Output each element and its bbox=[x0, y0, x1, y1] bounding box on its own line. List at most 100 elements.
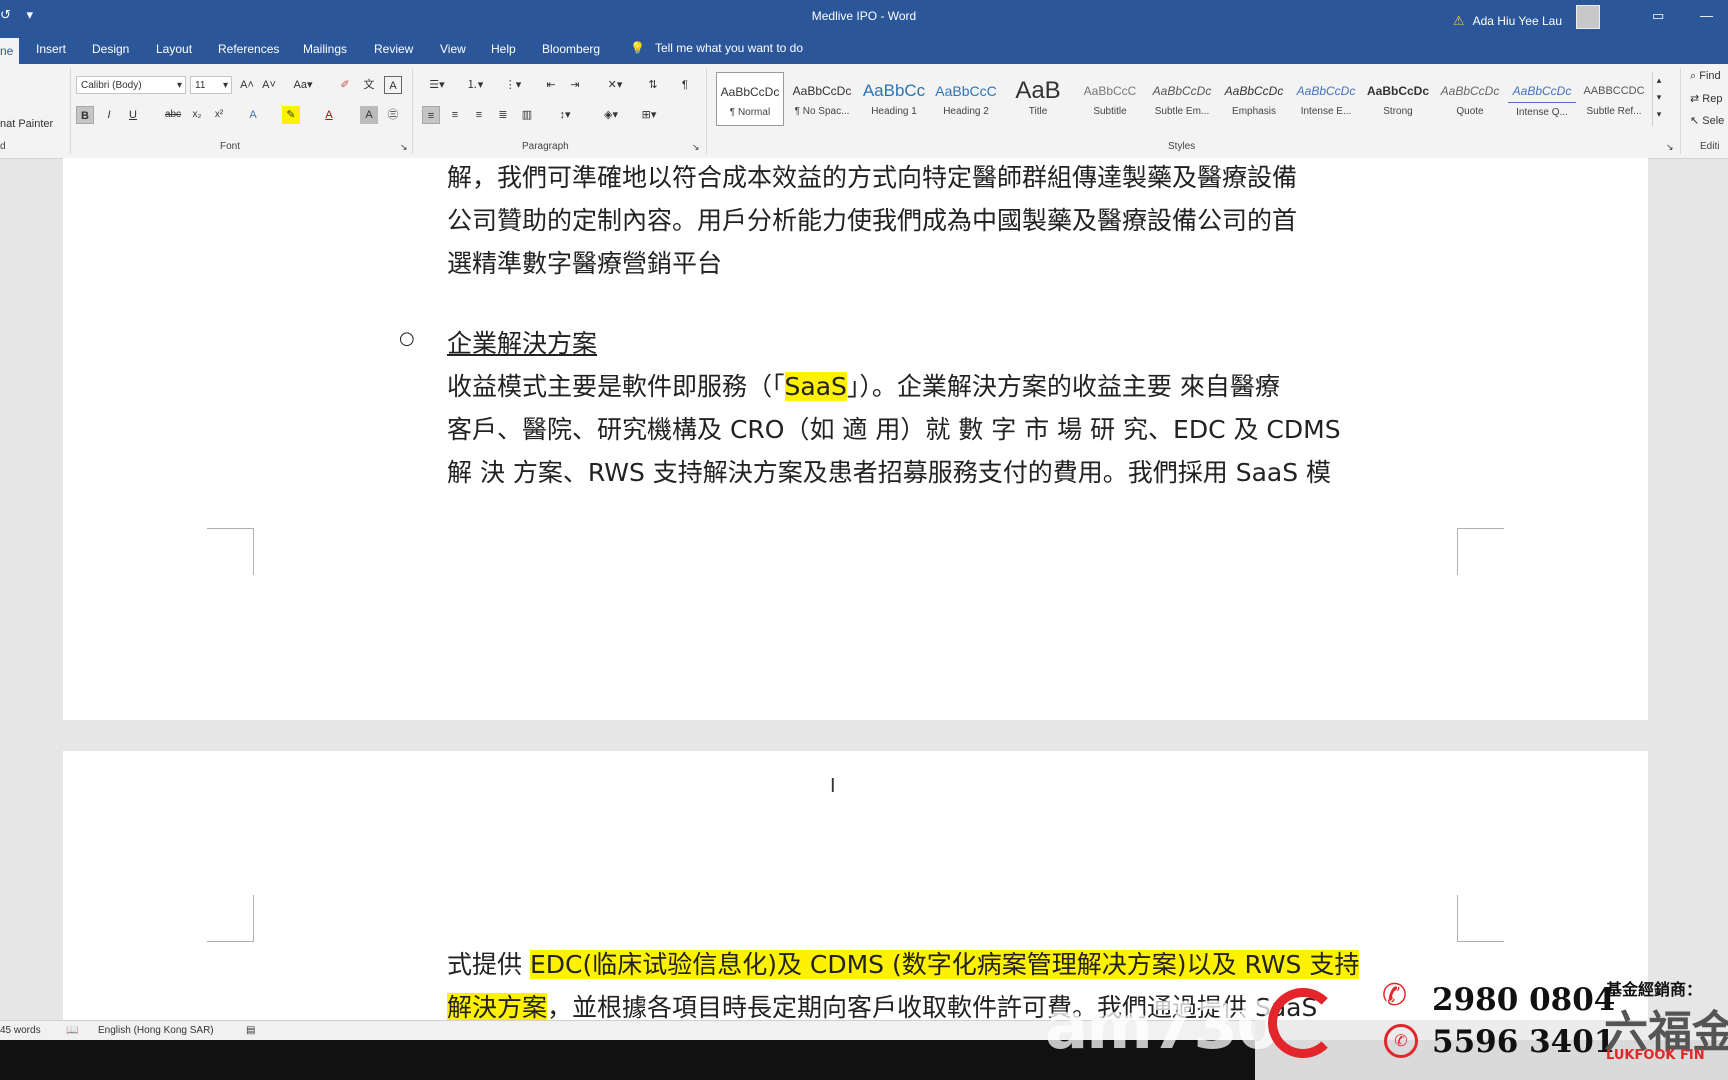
highlighted-text: EDC(临床试验信息化)及 CDMS (数字化病案管理解决方案)以及 RWS 支… bbox=[529, 950, 1360, 979]
style-subtle-emphasis[interactable]: AaBbCcDc Subtle Em... bbox=[1148, 72, 1216, 126]
body-text-line[interactable]: 公司贊助的定制內容。用戶分析能力使我們成為中國製藥及醫療設備公司的首 bbox=[447, 201, 1297, 237]
style-name: Strong bbox=[1383, 106, 1413, 117]
word-count[interactable]: 45 words bbox=[0, 1025, 41, 1036]
tell-me-box[interactable]: 💡 Tell me what you want to do bbox=[630, 41, 803, 55]
tab-view[interactable]: View bbox=[440, 42, 466, 56]
body-text-line[interactable]: 選精準數字醫療營銷平台 bbox=[447, 244, 722, 280]
align-center-icon[interactable]: ≡ bbox=[446, 106, 464, 124]
line-spacing-icon[interactable]: ↕▾ bbox=[550, 106, 580, 124]
distributed-icon[interactable]: ▥ bbox=[518, 106, 536, 124]
style-intense-quote[interactable]: AaBbCcDc Intense Q... bbox=[1508, 72, 1576, 126]
italic-icon[interactable]: I bbox=[100, 106, 118, 124]
tab-design[interactable]: Design bbox=[92, 42, 129, 56]
select-button[interactable]: ↖ Sele bbox=[1690, 114, 1724, 127]
section-heading[interactable]: 企業解決方案 bbox=[447, 324, 597, 360]
align-right-icon[interactable]: ≡ bbox=[470, 106, 488, 124]
style-emphasis[interactable]: AaBbCcDc Emphasis bbox=[1220, 72, 1288, 126]
multilevel-list-icon[interactable]: ⋮▾ bbox=[498, 76, 528, 94]
document-page[interactable]: 解，我們可準確地以符合成本效益的方式向特定醫師群組傳達製藥及醫療設備 公司贊助的… bbox=[63, 158, 1648, 720]
paragraph-dialog-launcher-icon[interactable]: ↘ bbox=[692, 142, 700, 153]
font-color-icon[interactable]: A bbox=[320, 106, 338, 124]
chevron-down-icon: ▾ bbox=[176, 80, 182, 91]
style-intense-emphasis[interactable]: AaBbCcDc Intense E... bbox=[1292, 72, 1360, 126]
body-text-line[interactable]: 式提供 EDC(临床试验信息化)及 CDMS (数字化病案管理解决方案)以及 R… bbox=[447, 945, 1360, 981]
tab-references[interactable]: References bbox=[218, 42, 279, 56]
ribbon-display-options-icon[interactable]: ▭ bbox=[1652, 8, 1664, 24]
font-dialog-launcher-icon[interactable]: ↘ bbox=[400, 142, 408, 153]
style-sample: AaBbCcDc bbox=[792, 84, 852, 98]
style-no-spacing[interactable]: AaBbCcDc ¶ No Spac... bbox=[788, 72, 856, 126]
tab-bloomberg[interactable]: Bloomberg bbox=[542, 42, 600, 56]
find-button[interactable]: ⌕ Find bbox=[1690, 70, 1721, 83]
superscript-icon[interactable]: x² bbox=[210, 106, 228, 124]
shading-icon[interactable]: ◈▾ bbox=[596, 106, 626, 124]
style-heading-1[interactable]: AaBbCc Heading 1 bbox=[860, 72, 928, 126]
font-size-select[interactable]: 11 ▾ bbox=[190, 76, 232, 94]
user-name[interactable]: Ada Hiu Yee Lau bbox=[1473, 14, 1562, 28]
font-family-select[interactable]: Calibri (Body) ▾ bbox=[76, 76, 186, 94]
asian-layout-icon[interactable]: ✕▾ bbox=[600, 76, 630, 94]
underline-icon[interactable]: U bbox=[124, 106, 142, 124]
bullets-icon[interactable]: ☰▾ bbox=[422, 76, 452, 94]
character-border-icon[interactable]: A bbox=[384, 76, 402, 94]
format-painter-button[interactable]: nat Painter bbox=[0, 118, 53, 130]
tab-insert[interactable]: Insert bbox=[36, 42, 66, 56]
cursor-icon: ↖ bbox=[1690, 115, 1700, 127]
strikethrough-icon[interactable]: abc bbox=[164, 106, 182, 124]
styles-dialog-launcher-icon[interactable]: ↘ bbox=[1666, 142, 1674, 153]
tab-mailings[interactable]: Mailings bbox=[303, 42, 347, 56]
account-area[interactable]: ⚠ Ada Hiu Yee Lau bbox=[1453, 5, 1600, 33]
tab-review[interactable]: Review bbox=[374, 42, 413, 56]
phonetic-guide-icon[interactable]: 文 bbox=[360, 76, 378, 94]
tab-help[interactable]: Help bbox=[491, 42, 516, 56]
enclose-characters-icon[interactable]: ㊂ bbox=[384, 106, 402, 124]
style-name: Intense E... bbox=[1300, 106, 1352, 117]
change-case-icon[interactable]: Aa▾ bbox=[290, 76, 316, 94]
avatar[interactable] bbox=[1576, 5, 1600, 29]
style-normal[interactable]: AaBbCcDc ¶ Normal bbox=[716, 72, 784, 126]
proofing-icon[interactable]: 📖 bbox=[66, 1025, 78, 1036]
document-page[interactable]: I 式提供 EDC(临床试验信息化)及 CDMS (数字化病案管理解决方案)以及… bbox=[63, 751, 1648, 1022]
language-indicator[interactable]: English (Hong Kong SAR) bbox=[98, 1025, 214, 1036]
increase-indent-icon[interactable]: ⇥ bbox=[566, 76, 584, 94]
grow-font-icon[interactable]: A˄ bbox=[238, 76, 256, 94]
sort-icon[interactable]: ⇅ bbox=[644, 76, 662, 94]
warning-icon[interactable]: ⚠ bbox=[1453, 13, 1465, 29]
style-sample: AaBbCcDc bbox=[1224, 84, 1284, 98]
lightbulb-icon: 💡 bbox=[630, 41, 645, 55]
decrease-indent-icon[interactable]: ⇤ bbox=[542, 76, 560, 94]
divider bbox=[412, 68, 413, 154]
style-title[interactable]: AaB Title bbox=[1004, 72, 1072, 126]
subscript-icon[interactable]: x₂ bbox=[188, 106, 206, 124]
style-strong[interactable]: AaBbCcDc Strong bbox=[1364, 72, 1432, 126]
phone-number-2: 5596 3401 bbox=[1432, 1024, 1616, 1060]
justify-icon[interactable]: ≣ bbox=[494, 106, 512, 124]
clear-formatting-icon[interactable]: ✐ bbox=[336, 76, 354, 94]
highlight-color-icon[interactable]: ✎ bbox=[282, 106, 300, 124]
body-text-line[interactable]: 客戶、醫院、研究機構及 CRO（如 適 用）就 數 字 市 場 研 究、EDC … bbox=[447, 410, 1341, 446]
show-hide-marks-icon[interactable]: ¶ bbox=[676, 76, 694, 94]
body-text-line[interactable]: 解，我們可準確地以符合成本效益的方式向特定醫師群組傳達製藥及醫療設備 bbox=[447, 158, 1297, 194]
body-text-line[interactable]: 解 決 方案、RWS 支持解決方案及患者招募服務支付的費用。我們採用 SaaS … bbox=[447, 453, 1331, 489]
phone-number-1: 2980 0804 bbox=[1432, 982, 1616, 1018]
bold-icon[interactable]: B bbox=[76, 106, 94, 124]
style-quote[interactable]: AaBbCcDc Quote bbox=[1436, 72, 1504, 126]
style-heading-2[interactable]: AaBbCcC Heading 2 bbox=[932, 72, 1000, 126]
text-effects-icon[interactable]: A bbox=[244, 106, 262, 124]
style-subtitle[interactable]: AaBbCcC Subtitle bbox=[1076, 72, 1144, 126]
text-run: 式提供 bbox=[447, 950, 530, 979]
shrink-font-icon[interactable]: A˅ bbox=[260, 76, 278, 94]
style-subtle-reference[interactable]: AABBCCDC Subtle Ref... bbox=[1580, 72, 1648, 126]
styles-gallery-scroll[interactable]: ▴ ▾ ▾ bbox=[1652, 72, 1665, 126]
accessibility-icon[interactable]: ▤ bbox=[246, 1025, 255, 1036]
body-text-line[interactable]: 收益模式主要是軟件即服務（「SaaS」）。企業解決方案的收益主要 來自醫療 bbox=[447, 367, 1280, 403]
align-left-icon[interactable]: ≡ bbox=[422, 106, 440, 124]
borders-icon[interactable]: ⊞▾ bbox=[634, 106, 664, 124]
style-name: Quote bbox=[1456, 106, 1484, 117]
replace-button[interactable]: ⇄ Rep bbox=[1690, 92, 1722, 105]
numbering-icon[interactable]: ⒈▾ bbox=[460, 76, 490, 94]
tab-layout[interactable]: Layout bbox=[156, 42, 192, 56]
ribbon: nat Painter d Calibri (Body) ▾ 11 ▾ A˄ A… bbox=[0, 64, 1728, 159]
character-shading-icon[interactable]: A bbox=[360, 106, 378, 124]
minimize-icon[interactable]: — bbox=[1700, 8, 1713, 23]
